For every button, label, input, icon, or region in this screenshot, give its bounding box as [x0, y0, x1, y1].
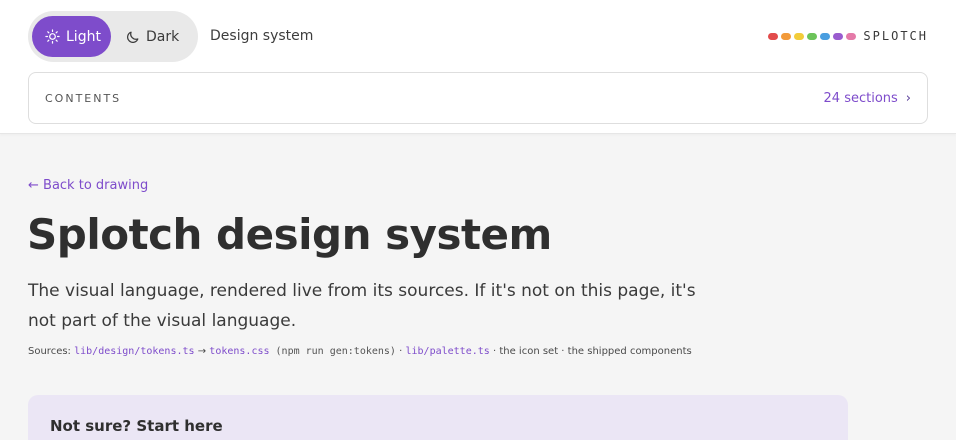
top-bar: Light Dark Design system SPLOTCH CONTENT… [0, 0, 956, 134]
section-label: Design system [210, 28, 314, 44]
brand-dot [807, 32, 818, 40]
sources-line: Sources: lib/design/tokens.ts → tokens.c… [28, 346, 692, 357]
chevron-right-icon: › [905, 90, 911, 106]
moon-icon [126, 30, 140, 44]
contents-toggle[interactable]: CONTENTS 24 sections › [28, 72, 928, 124]
dark-theme-label: Dark [146, 28, 180, 45]
sources-suffix: · the icon set · the shipped components [489, 346, 692, 357]
contents-count-label: 24 sections [823, 90, 898, 106]
callout-title: Not sure? Start here [50, 417, 223, 435]
brand-color-dots [768, 32, 857, 40]
tokens-ts-link[interactable]: lib/design/tokens.ts [74, 346, 194, 357]
tokens-css-link[interactable]: tokens.css [209, 346, 269, 357]
brand-dot [781, 32, 792, 40]
brand-dot [833, 32, 844, 40]
brand-name: SPLOTCH [863, 29, 928, 43]
palette-ts-link[interactable]: lib/palette.ts [406, 346, 490, 357]
contents-label: CONTENTS [45, 91, 122, 105]
sources-arrow: → [194, 346, 210, 357]
page-title: Splotch design system [27, 210, 552, 259]
gen-tokens-command: (npm run gen:tokens) [269, 346, 396, 357]
back-to-drawing-link[interactable]: ← Back to drawing [28, 178, 148, 193]
light-theme-button[interactable]: Light [32, 16, 111, 57]
sun-icon [45, 29, 60, 44]
sources-separator: · [395, 346, 406, 357]
dark-theme-button[interactable]: Dark [118, 16, 194, 57]
start-here-callout: Not sure? Start here [28, 395, 848, 440]
theme-toggle: Light Dark [28, 11, 198, 62]
brand-dot [846, 32, 857, 40]
light-theme-label: Light [66, 28, 101, 45]
sources-prefix: Sources: [28, 346, 71, 357]
brand-dot [794, 32, 805, 40]
intro-text: The visual language, rendered live from … [28, 281, 696, 331]
contents-count: 24 sections › [824, 91, 911, 106]
brand-dot [820, 32, 831, 40]
brand-dot [768, 32, 779, 40]
brand-logo: SPLOTCH [768, 29, 928, 43]
